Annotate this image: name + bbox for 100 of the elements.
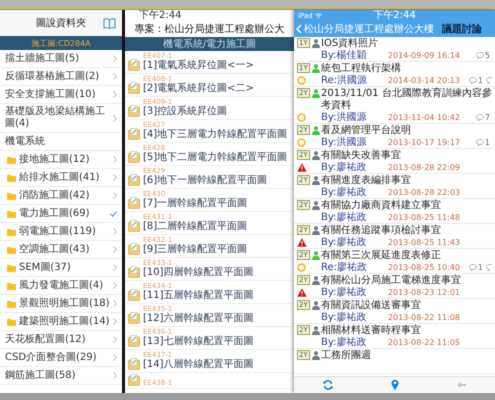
warning-icon (297, 238, 307, 247)
panel-title: 圖說資料夾 (36, 16, 86, 30)
folder-icon (7, 282, 16, 290)
folder-icon (7, 228, 16, 236)
drawing-title[interactable]: [12]六層幹線配置平面圖 (143, 313, 254, 325)
document-icon[interactable] (128, 243, 140, 255)
circle-icon (297, 138, 306, 147)
document-icon[interactable] (128, 151, 140, 163)
topic-title[interactable]: 有關協力廠商資料建立事宜 (321, 199, 492, 212)
document-icon[interactable] (128, 374, 140, 386)
folder-icon (7, 300, 16, 308)
topic-date: 2013-08-22 11:08 (388, 313, 460, 322)
drawing-title[interactable]: [4]地下三層電力幹線配置平面圖 (143, 129, 288, 141)
topic-date: 2013-08-28 22:09 (388, 163, 460, 172)
document-icon[interactable] (128, 335, 140, 347)
topic-title[interactable]: IOS資料照片 (321, 37, 492, 50)
document-icon[interactable] (128, 105, 140, 117)
folder-icon (7, 318, 16, 326)
book-icon[interactable] (103, 18, 116, 29)
topic-date: 2013-08-25 11:43 (388, 238, 460, 247)
topic-title[interactable]: 2013/11/01 台北國際教育訓練內容參考資料 (321, 87, 492, 112)
topic-title[interactable]: 有關進度表編排事宜 (321, 174, 492, 187)
document-icon[interactable] (128, 358, 140, 370)
folder-item[interactable]: 電力施工圖(69) (0, 205, 122, 223)
comment-icon (468, 264, 477, 271)
topic-title[interactable]: 有關缺失改善事宜 (321, 149, 492, 162)
comment-icon (476, 114, 484, 121)
topic-date: 2014-09-09 16:14 (388, 51, 460, 60)
back-arrow-icon[interactable] (457, 382, 466, 388)
folder-icon (7, 156, 16, 164)
topic-title[interactable]: 有關資訊設備送審事宜 (321, 299, 492, 312)
document-icon[interactable] (128, 266, 140, 278)
topic-title[interactable]: 有關松山分局施工電梯進度事宜 (321, 274, 492, 287)
folder-item[interactable]: 建築照明施工圖(14) (0, 313, 122, 331)
folder-item[interactable]: 接地施工圖(12) (0, 151, 122, 169)
topic-title[interactable]: 看及網管理平台說明 (321, 124, 492, 137)
reply-count: 1 (484, 138, 490, 147)
folder-icon (7, 192, 16, 200)
drawing-title[interactable]: [10]四層幹線配置平面圖 (143, 267, 254, 279)
drawing-title[interactable]: [13]七層幹線配置平面圖 (143, 336, 254, 348)
topic-title[interactable]: 統包工程執行架構 (321, 62, 492, 75)
document-icon[interactable] (128, 174, 140, 186)
topic-date: 2014-03-14 20:13 (388, 76, 460, 85)
folder-icon (7, 174, 16, 182)
refresh-icon[interactable] (323, 380, 333, 390)
folder-icon (7, 246, 16, 254)
folder-item[interactable]: 風力發電施工圖(4) (0, 277, 122, 295)
topic-title[interactable]: 有關任務追蹤事項檢討事宜 (321, 224, 492, 237)
topic-title[interactable]: 工務所團週 (321, 349, 492, 362)
wifi-icon (314, 13, 322, 18)
drawing-title[interactable]: [14]八層幹線配置平面圖 (143, 359, 254, 371)
drawing-title[interactable]: [2]電氣系統昇位圖<二> (143, 83, 254, 95)
topic-date: 2013-10-17 19:17 (388, 138, 460, 147)
document-icon[interactable] (128, 312, 140, 324)
document-icon[interactable] (128, 59, 140, 71)
folder-item[interactable]: 給排水施工圖(41) (0, 169, 122, 187)
topic-author: Re:廖祐政 (321, 262, 368, 273)
status-time: 下午2:44 (139, 10, 182, 21)
comment-icon (468, 77, 477, 84)
section-label: 施工圖:CD284A (31, 38, 91, 48)
drawing-title[interactable]: [5]地下二層電力幹線配置平面圖 (143, 152, 288, 164)
topic-date: 2013-08-25 10:40 (388, 263, 460, 272)
folder-item[interactable]: 弱電施工圖(119) (0, 223, 122, 241)
folder-item[interactable]: SEM圖(37) (0, 259, 122, 277)
path-label: 機電系統/電力施工圖 (162, 38, 256, 51)
topic-author: By:廖祐政 (321, 337, 368, 348)
drawing-title[interactable]: [3]控設系統昇位圖 (143, 106, 228, 118)
document-icon[interactable] (128, 82, 140, 94)
folder-item[interactable]: 消防施工圖(42) (0, 187, 122, 205)
topic-author: By:廖祐政 (321, 312, 368, 323)
drawing-title[interactable]: [9]三層幹線配置平面圖 (143, 244, 248, 256)
document-icon[interactable] (128, 289, 140, 301)
project-title: 專案：松山分局捷運工程處辦公大 (134, 22, 284, 36)
folder-item[interactable]: 空調施工圖(43) (0, 241, 122, 259)
topic-title[interactable]: 有關第三次展延進度表修正 (321, 249, 492, 262)
reply-count: 5 (484, 51, 490, 60)
reply-count: 1 (478, 263, 483, 272)
warning-icon (297, 288, 307, 297)
circle-icon (297, 263, 306, 272)
comment-icon (476, 52, 484, 59)
comment-icon (476, 139, 484, 146)
drawing-title[interactable]: [11]五層幹線配置平面圖 (143, 290, 254, 302)
topic-date: 2013-08-22 11:05 (388, 338, 460, 347)
document-icon[interactable] (128, 128, 140, 140)
circle-icon (297, 76, 306, 85)
topic-author: By:廖祐政 (321, 287, 368, 298)
drawing-title[interactable]: [6]地下一層幹線配置平面圖 (143, 175, 268, 187)
drawing-title[interactable]: [8]二層幹線配置平面圖 (143, 221, 248, 233)
folder-icon (7, 264, 16, 272)
topic-author: By:洪國源 (321, 112, 368, 123)
folder-item[interactable]: 景觀照明施工圖(18) (0, 295, 122, 313)
document-icon[interactable] (128, 197, 140, 209)
location-pin-icon[interactable] (391, 379, 399, 391)
topic-title[interactable]: 相關材料送審時程事宜 (321, 324, 492, 337)
topic-author: Re:洪國源 (321, 75, 368, 86)
back-chevron-icon (296, 24, 302, 34)
drawing-title[interactable]: [1]電氣系統昇位圖<一> (143, 60, 254, 72)
document-icon[interactable] (128, 220, 140, 232)
drawing-title[interactable]: [7]一層幹線配置平面圖 (143, 198, 248, 210)
topic-author: By:廖祐政 (321, 237, 368, 248)
